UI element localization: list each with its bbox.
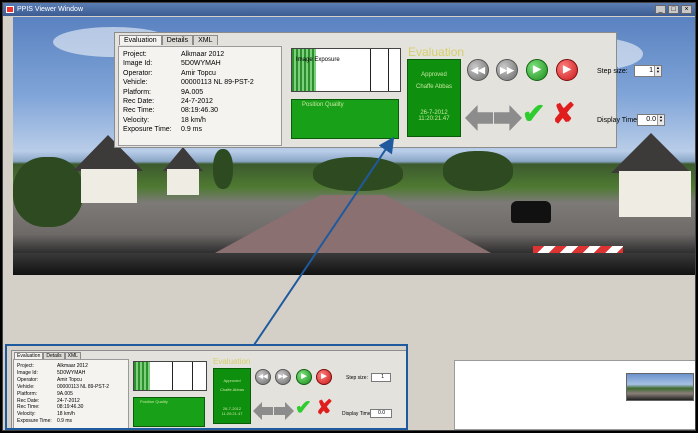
position-quality-box: Position Quality <box>291 99 399 139</box>
field-label: Project: <box>123 51 147 58</box>
title-bar: PPIS Viewer Window _ □ × <box>3 3 695 16</box>
field-value: 0.9 ms <box>181 126 203 134</box>
field-value: 08:19:46.30 <box>181 107 218 115</box>
step-size-spinner[interactable]: ▲ ▼ <box>654 66 661 76</box>
field-label: Rec Time: <box>123 107 155 115</box>
status-time: 11:20:21.47 <box>418 116 450 122</box>
evaluation-title: Evaluation <box>408 45 465 59</box>
display-time-spinner[interactable]: ▲ ▼ <box>657 115 664 125</box>
record-icon[interactable]: ▶ <box>556 59 578 81</box>
window-title: PPIS Viewer Window <box>17 6 84 13</box>
checkmark-icon[interactable]: ✔ <box>522 97 545 130</box>
exposure-label: Image Exposure <box>296 57 340 63</box>
maximize-button[interactable]: □ <box>668 5 679 14</box>
field-label: Rec Date: <box>123 98 155 106</box>
field-label: Vehicle: <box>123 79 148 87</box>
minimize-button[interactable]: _ <box>655 5 666 14</box>
field-value: 00000113 NL 89-PST-2 <box>181 79 254 87</box>
step-size-label: Step size: <box>597 68 628 75</box>
field-label: Operator: <box>123 69 153 77</box>
display-time-label: Display Time: <box>597 117 640 124</box>
field-label: Platform: <box>123 88 152 96</box>
tab-evaluation[interactable]: Evaluation <box>119 35 162 45</box>
status-state: Approved <box>421 72 447 78</box>
metadata-list: Project: Alkmaar 2012 Image Id: 5D0WYMAH O… <box>123 50 254 135</box>
field-label: Exposure Time: <box>123 126 172 134</box>
panorama-thumbnail[interactable] <box>626 373 694 401</box>
field-label: Velocity: <box>123 116 150 124</box>
field-value: Alkmaar 2012 <box>181 51 225 58</box>
exposure-fill <box>292 49 316 91</box>
cross-icon[interactable]: ✘ <box>552 97 575 130</box>
app-icon <box>6 6 14 13</box>
fast-forward-icon[interactable]: ▶▶ <box>496 59 518 81</box>
status-user: Chaffe Abbas <box>416 84 452 90</box>
quality-label: Position Quality <box>302 102 344 108</box>
tab-xml[interactable]: XML <box>193 35 218 45</box>
image-exposure-meter: Image Exposure <box>291 48 401 92</box>
field-value: 9A.005 <box>181 88 204 96</box>
arrow-right-icon[interactable] <box>494 105 522 131</box>
tab-details[interactable]: Details <box>161 35 194 45</box>
field-label: Image Id: <box>123 60 153 68</box>
display-time-input[interactable]: 0.0 ▲ ▼ <box>637 114 665 126</box>
highlight-frame <box>5 344 408 430</box>
field-value: 18 km/h <box>181 116 206 124</box>
play-icon[interactable]: ▶ <box>526 59 548 81</box>
thumbnail-pane <box>454 360 695 430</box>
field-value: 5D0WYMAH <box>181 60 221 68</box>
close-button[interactable]: × <box>681 5 692 14</box>
parked-car <box>511 201 551 223</box>
step-size-input[interactable]: 1 ▲ ▼ <box>634 65 662 77</box>
evaluation-panel-zoomed: Evaluation Details XML Project: Alkmaar 2… <box>114 32 665 148</box>
rewind-icon[interactable]: ◀◀ <box>467 59 489 81</box>
evaluation-status-box: Approved Chaffe Abbas 26-7-2012 11:20:21… <box>407 59 461 137</box>
arrow-left-icon[interactable] <box>465 105 493 131</box>
field-value: Amir Topcu <box>181 69 216 77</box>
field-value: 24-7-2012 <box>181 98 213 106</box>
